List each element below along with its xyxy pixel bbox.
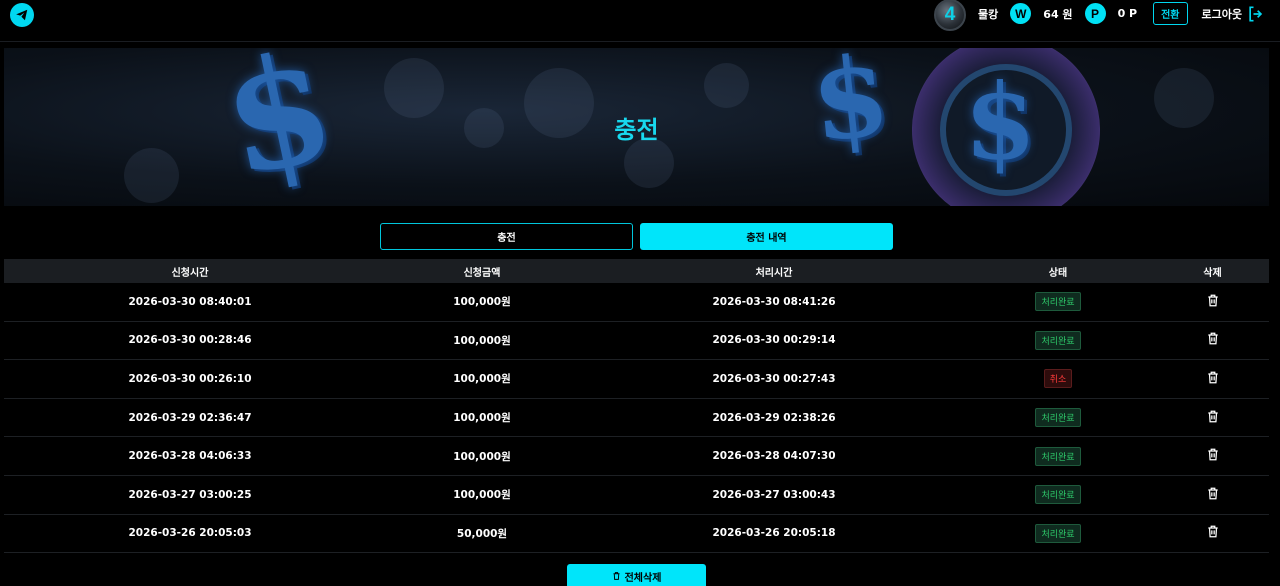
request-amount: 100,000원 [453, 296, 511, 309]
status-badge: 처리완료 [1035, 330, 1081, 350]
status-badge: 처리완료 [1035, 408, 1081, 428]
processed-time: 2026-03-27 03:00:43 [712, 488, 836, 501]
trash-icon[interactable] [1206, 331, 1220, 347]
logout-label: 로그아웃 [1201, 7, 1242, 21]
delete-cell [1156, 370, 1269, 388]
table-row: 2026-03-30 08:40:01 100,000원 2026-03-30 08… [4, 283, 1269, 322]
delete-cell [1156, 524, 1269, 542]
processed-time: 2026-03-30 08:41:26 [712, 295, 836, 308]
status-badge: 처리완료 [1035, 523, 1081, 543]
trash-icon[interactable] [1206, 293, 1220, 309]
dollar-sign-middle: $ [805, 48, 896, 167]
status-cell: 처리완료 [960, 446, 1156, 466]
logout-icon [1249, 6, 1263, 21]
trash-icon[interactable] [1206, 370, 1220, 386]
request-time: 2026-03-30 08:40:01 [128, 295, 252, 308]
request-time: 2026-03-30 00:28:46 [128, 334, 252, 347]
table-row: 2026-03-30 00:26:10 100,000원 2026-03-30 00… [4, 360, 1269, 399]
status-badge: 처리완료 [1035, 485, 1081, 505]
status-cell: 처리완료 [960, 523, 1156, 543]
request-time: 2026-03-26 20:05:03 [128, 527, 252, 540]
won-icon: W [1010, 3, 1032, 24]
status-badge: 처리완료 [1035, 446, 1081, 466]
request-time: 2026-03-28 04:06:33 [128, 450, 252, 463]
trash-icon [613, 572, 620, 580]
level-badge: 4 [934, 0, 967, 31]
trash-icon[interactable] [1206, 486, 1220, 502]
switch-button[interactable]: 전환 [1153, 2, 1188, 25]
status-cell: 취소 [960, 369, 1156, 389]
request-amount: 100,000원 [453, 412, 511, 425]
col-delete: 삭제 [1203, 267, 1222, 279]
status-cell: 처리완료 [960, 408, 1156, 428]
processed-time: 2026-03-28 04:07:30 [712, 450, 836, 463]
request-time: 2026-03-30 00:26:10 [128, 372, 252, 385]
col-processed-time: 처리시간 [755, 267, 793, 279]
table-body: 2026-03-30 08:40:01 100,000원 2026-03-30 08… [4, 283, 1269, 554]
table-header: 신청시간 신청금액 처리시간 상태 삭제 [4, 259, 1269, 283]
col-request-time: 신청시간 [171, 267, 209, 279]
processed-time: 2026-03-26 20:05:18 [712, 527, 836, 540]
balance-amount: 64 원 [1043, 7, 1073, 21]
request-amount: 100,000원 [453, 373, 511, 386]
col-status: 상태 [1048, 267, 1068, 279]
delete-all-label: 전체삭제 [624, 572, 662, 584]
processed-time: 2026-03-30 00:27:43 [712, 372, 836, 385]
table-row: 2026-03-29 02:36:47 100,000원 2026-03-29 02… [4, 399, 1269, 438]
table-row: 2026-03-27 03:00:25 100,000원 2026-03-27 03… [4, 476, 1269, 515]
tab-charge[interactable]: 충전 [380, 223, 633, 250]
point-icon: P [1084, 3, 1106, 24]
delete-all-button[interactable]: 전체삭제 [567, 564, 706, 586]
status-badge: 처리완료 [1035, 292, 1081, 312]
status-cell: 처리완료 [960, 292, 1156, 312]
request-amount: 100,000원 [453, 334, 511, 347]
delete-cell [1156, 409, 1269, 427]
points-amount: 0 P [1117, 7, 1138, 20]
telegram-icon[interactable] [10, 3, 34, 27]
tab-charge-history[interactable]: 충전 내역 [640, 223, 893, 250]
delete-cell [1156, 486, 1269, 504]
hero-banner: $ $ $ 충전 [4, 48, 1269, 206]
table-row: 2026-03-26 20:05:03 50,000원 2026-03-26 20:… [4, 515, 1269, 554]
status-cell: 처리완료 [960, 485, 1156, 505]
trash-icon[interactable] [1206, 524, 1220, 540]
request-time: 2026-03-27 03:00:25 [128, 488, 252, 501]
processed-time: 2026-03-30 00:29:14 [712, 334, 836, 347]
table-row: 2026-03-28 04:06:33 100,000원 2026-03-28 04… [4, 437, 1269, 476]
delete-cell [1156, 293, 1269, 311]
request-amount: 100,000원 [453, 489, 511, 502]
top-bar: 4 물캉 W 64 원 P 0 P 전환 로그아웃 [0, 0, 1280, 42]
delete-cell [1156, 331, 1269, 349]
page-title: 충전 [614, 116, 659, 144]
trash-icon[interactable] [1206, 447, 1220, 463]
delete-cell [1156, 447, 1269, 465]
request-amount: 100,000원 [453, 450, 511, 463]
request-time: 2026-03-29 02:36:47 [128, 411, 252, 424]
status-badge: 취소 [1043, 369, 1073, 389]
trash-icon[interactable] [1206, 409, 1220, 425]
table-row: 2026-03-30 00:28:46 100,000원 2026-03-30 00… [4, 322, 1269, 361]
processed-time: 2026-03-29 02:38:26 [712, 411, 836, 424]
username: 물캉 [978, 7, 999, 21]
col-request-amount: 신청금액 [463, 267, 501, 279]
history-table: 신청시간 신청금액 처리시간 상태 삭제 2026-03-30 08:40:01… [4, 259, 1269, 554]
status-cell: 처리완료 [960, 330, 1156, 350]
request-amount: 50,000원 [456, 527, 508, 540]
user-panel: 4 물캉 W 64 원 P 0 P 전환 로그아웃 [934, 0, 1266, 31]
logout-button[interactable]: 로그아웃 [1202, 4, 1266, 24]
